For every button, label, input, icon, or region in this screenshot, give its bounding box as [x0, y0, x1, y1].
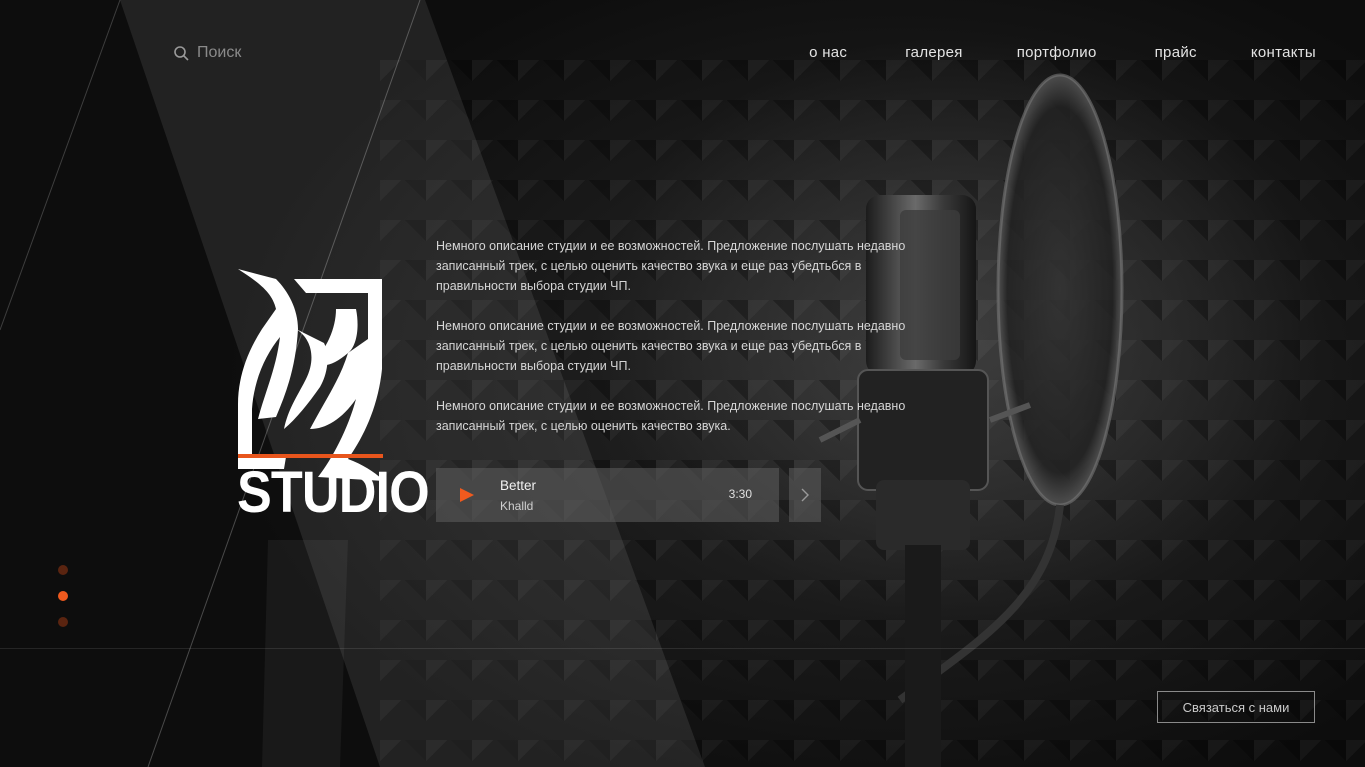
studio-description: Немного описание студии и ее возможносте…	[436, 236, 906, 456]
chevron-right-icon	[801, 488, 809, 502]
description-paragraph: Немного описание студии и ее возможносте…	[436, 319, 906, 373]
logo-wordmark: STUDIO	[237, 460, 430, 525]
audio-player: Better Khalld 3:30	[436, 468, 779, 522]
track-title: Better	[500, 477, 537, 493]
nav-item-price[interactable]: прайс	[1155, 44, 1197, 61]
logo-accent-bar	[238, 454, 383, 458]
play-icon[interactable]	[457, 485, 477, 505]
description-paragraph: Немного описание студии и ее возможносте…	[436, 239, 906, 293]
search-icon	[174, 45, 189, 61]
search-bar[interactable]	[174, 44, 357, 62]
slide-pagination	[58, 565, 68, 627]
track-duration: 3:30	[728, 487, 752, 501]
pagination-dot-active[interactable]	[58, 591, 68, 601]
footer-divider	[0, 648, 1365, 649]
main-nav: о нас галерея портфолио прайс контакты	[809, 44, 1316, 61]
description-paragraph: Немного описание студии и ее возможносте…	[436, 399, 906, 433]
nav-item-portfolio[interactable]: портфолио	[1017, 44, 1097, 61]
nav-item-about[interactable]: о нас	[809, 44, 847, 61]
pagination-dot[interactable]	[58, 617, 68, 627]
contact-us-button[interactable]: Связаться с нами	[1157, 691, 1315, 723]
next-track-button[interactable]	[789, 468, 821, 522]
nav-item-gallery[interactable]: галерея	[905, 44, 963, 61]
track-artist: Khalld	[500, 498, 534, 513]
search-input[interactable]	[197, 44, 357, 62]
nav-item-contacts[interactable]: контакты	[1251, 44, 1316, 61]
track-info: Better Khalld	[500, 478, 536, 513]
pagination-dot[interactable]	[58, 565, 68, 575]
